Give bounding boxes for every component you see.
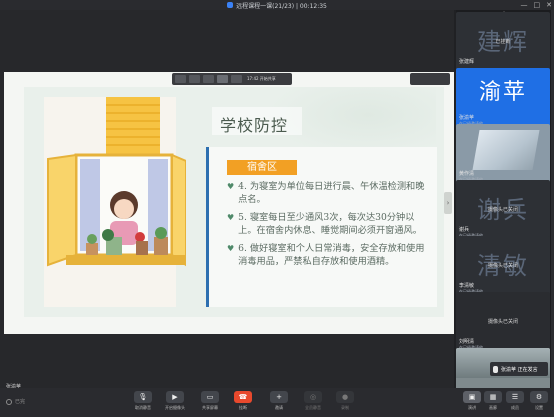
share-mini-controls[interactable] bbox=[410, 73, 450, 85]
control-label: 开启摄像头 bbox=[165, 405, 185, 410]
accent-line bbox=[206, 147, 209, 307]
record-icon: ● bbox=[336, 391, 354, 403]
share-icon[interactable] bbox=[217, 75, 228, 83]
share-toolbar: 17:42 开始共享 bbox=[172, 73, 292, 85]
participant-tile-active[interactable]: 渝苹 张渝苹 在已经邀请他 bbox=[456, 68, 550, 130]
heart-icon: ♥ bbox=[227, 213, 235, 222]
share-status: 17:42 开始共享 bbox=[247, 76, 276, 81]
participant-tile[interactable]: 摄像头已关闭 刘明清 在已经邀请他 bbox=[456, 292, 550, 354]
unmute-button[interactable]: 🎙 取消静音 bbox=[128, 391, 158, 415]
members-icon: ☰ bbox=[506, 391, 524, 403]
slide-item: ♥ 5. 寝室每日至少通风3次，每次达30分钟以上。在宿舍内休息、睡觉期间必须开… bbox=[227, 211, 432, 237]
control-label: 设置 bbox=[535, 405, 543, 410]
mic-icon: 🎙 bbox=[134, 391, 152, 403]
info-icon bbox=[6, 398, 12, 405]
invite-button[interactable]: + 邀请 bbox=[264, 391, 294, 415]
shield-icon bbox=[227, 2, 234, 8]
slide-item-text: 5. 寝室每日至少通风3次，每次达30分钟以上。在宿舍内休息、睡觉期间必须开窗通… bbox=[238, 212, 422, 236]
window-girl-illustration bbox=[44, 97, 186, 307]
end-call-button[interactable]: ☎ 挂断 bbox=[228, 391, 258, 415]
phone-end-icon: ☎ bbox=[234, 391, 252, 403]
slide-title: 学校防控 bbox=[220, 116, 289, 135]
participant-name: 李清敏 bbox=[459, 283, 475, 289]
members-icon[interactable] bbox=[203, 75, 214, 83]
mute-all-button[interactable]: ◎ 全员静音 bbox=[298, 391, 328, 415]
more-icon[interactable] bbox=[231, 75, 242, 83]
participant-tile[interactable]: 建辉 已挂断 张建辉 bbox=[456, 12, 550, 74]
heart-icon: ♥ bbox=[227, 182, 235, 191]
mic-icon bbox=[493, 365, 498, 373]
speaking-toast: 张渝苹 正在发言 bbox=[490, 362, 548, 376]
screen-share-view[interactable]: 17:42 开始共享 学校防控 宿舍区 ♥ 4. 为寝室为单位每日进行晨、午休温… bbox=[4, 72, 454, 334]
slide-item-text: 4. 为寝室为单位每日进行晨、午休温检测和晚点名。 bbox=[238, 181, 425, 205]
camera-icon: ▶ bbox=[166, 391, 184, 403]
slide-item-text: 6. 做好寝室和个人日常消毒，安全存放和使用消毒用品，严禁私自存放和使用酒精。 bbox=[238, 243, 425, 267]
record-button[interactable]: ● 录制 bbox=[330, 391, 360, 415]
footer-left-text: 已完 bbox=[15, 399, 26, 405]
control-label: 全员静音 bbox=[305, 405, 321, 410]
participant-status: 摄像头已关闭 bbox=[487, 207, 518, 213]
control-label: 录制 bbox=[341, 405, 349, 410]
invite-icon: + bbox=[270, 391, 288, 403]
participant-status: 摄像头已关闭 bbox=[487, 319, 518, 325]
control-label: 共享屏幕 bbox=[202, 405, 218, 410]
camera-icon[interactable] bbox=[189, 75, 200, 83]
title-bar: 远程课程一课(21/23) | 00:12:35 — □ ✕ bbox=[0, 0, 554, 10]
window-title: 远程课程一课(21/23) | 00:12:35 bbox=[236, 2, 327, 10]
heart-icon: ♥ bbox=[227, 244, 235, 253]
section-tag: 宿舍区 bbox=[227, 160, 297, 175]
participant-name: 张渝苹 bbox=[459, 115, 475, 121]
participant-tile[interactable]: 清敏 摄像头已关闭 李清敏 在已经邀请他 bbox=[456, 236, 550, 298]
slide-item: ♥ 4. 为寝室为单位每日进行晨、午休温检测和晚点名。 bbox=[227, 180, 432, 206]
participant-name: 刘明清 bbox=[459, 339, 475, 345]
control-label: 邀请 bbox=[275, 405, 283, 410]
close-button[interactable]: ✕ bbox=[546, 1, 552, 9]
main-stage: 17:42 开始共享 学校防控 宿舍区 ♥ 4. 为寝室为单位每日进行晨、午休温… bbox=[0, 10, 454, 395]
slide-item: ♥ 6. 做好寝室和个人日常消毒，安全存放和使用消毒用品，严禁私自存放和使用酒精… bbox=[227, 242, 432, 268]
window-controls: — □ ✕ bbox=[521, 0, 553, 10]
control-bar: 🎙 取消静音 ▶ 开启摄像头 ▭ 共享屏幕 ☎ 挂断 + 邀请 ◎ 全员静音 ●… bbox=[0, 388, 554, 417]
participant-tile[interactable]: 谢兵 摄像头已关闭 谢兵 在已经邀请他 bbox=[456, 180, 550, 242]
share-screen-button[interactable]: ▭ 共享屏幕 bbox=[195, 391, 225, 415]
slide-items: ♥ 4. 为寝室为单位每日进行晨、午休温检测和晚点名。 ♥ 5. 寝室每日至少通… bbox=[227, 180, 432, 273]
control-label: 取消静音 bbox=[135, 405, 151, 410]
minimize-button[interactable]: — bbox=[521, 1, 528, 9]
screen-share-icon: ▭ bbox=[201, 391, 219, 403]
participant-avatar-name: 渝苹 bbox=[478, 80, 527, 105]
presentation-slide: 学校防控 宿舍区 ♥ 4. 为寝室为单位每日进行晨、午休温检测和晚点名。 ♥ 5… bbox=[24, 87, 444, 317]
settings-button[interactable]: ⚙ 设置 bbox=[524, 391, 554, 415]
meeting-app: 远程课程一课(21/23) | 00:12:35 — □ ✕ 17:42 开始共… bbox=[0, 0, 554, 417]
settings-icon: ⚙ bbox=[530, 391, 548, 403]
participants-panel: ⌃ 建辉 已挂断 张建辉 渝苹 张渝苹 在已经邀请他 黄作清 在已经邀请他 谢兵… bbox=[456, 10, 554, 388]
control-label: 挂断 bbox=[239, 405, 247, 410]
participant-status: 摄像头已关闭 bbox=[487, 263, 518, 269]
participant-tile[interactable]: 黄作清 在已经邀请他 bbox=[456, 124, 550, 186]
maximize-button[interactable]: □ bbox=[534, 1, 541, 9]
participant-name: 黄作清 bbox=[459, 171, 475, 177]
mic-icon[interactable] bbox=[175, 75, 186, 83]
collapse-arrow-icon[interactable]: › bbox=[444, 192, 452, 214]
camera-feed bbox=[472, 130, 540, 170]
participant-status: 已挂断 bbox=[495, 39, 511, 45]
speaking-text: 张渝苹 正在发言 bbox=[501, 366, 538, 373]
camera-button[interactable]: ▶ 开启摄像头 bbox=[160, 391, 190, 415]
footer-left: 已完 bbox=[6, 398, 25, 405]
participant-name: 谢兵 bbox=[459, 227, 470, 233]
participant-name: 张建辉 bbox=[459, 59, 475, 65]
mute-all-icon: ◎ bbox=[304, 391, 322, 403]
